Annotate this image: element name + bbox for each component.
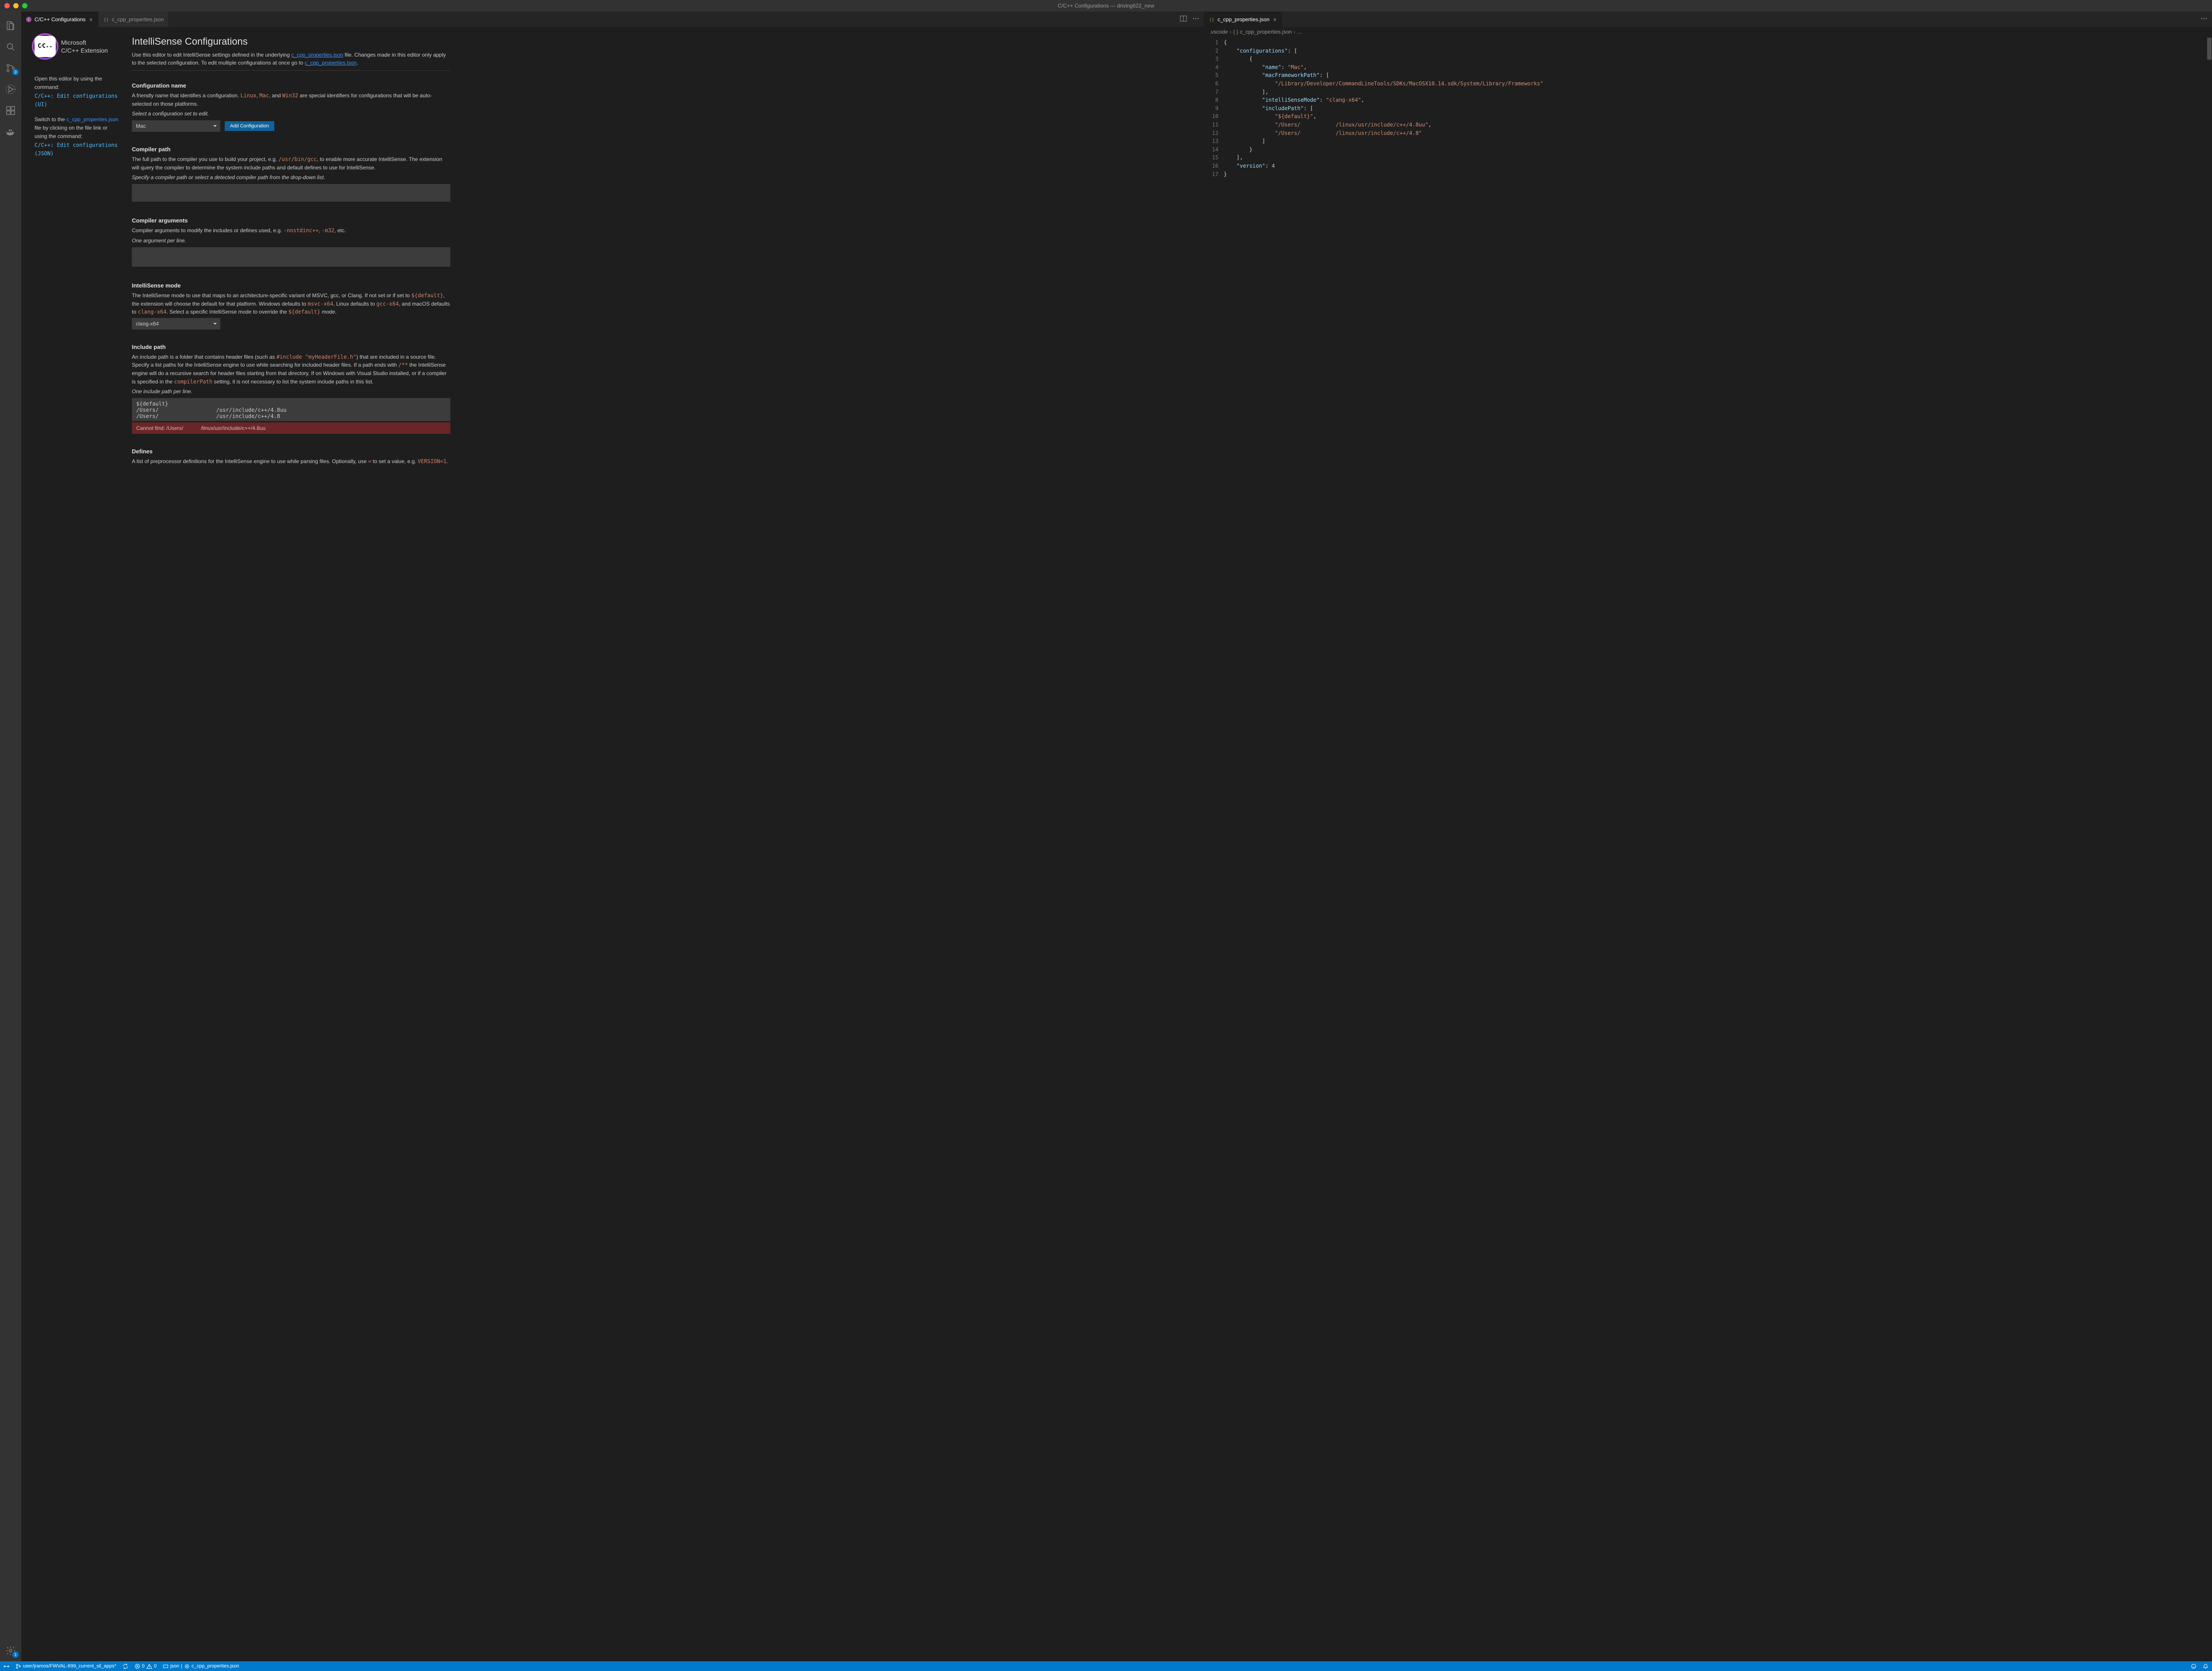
section-defines: Defines A list of preprocessor definitio… bbox=[132, 448, 450, 466]
window-controls bbox=[0, 3, 27, 8]
section-compiler-args: Compiler arguments Compiler arguments to… bbox=[132, 217, 450, 268]
code-content[interactable]: { "configurations": [ { "name": "Mac", "… bbox=[1224, 37, 1543, 1661]
include-path-input[interactable] bbox=[132, 398, 450, 421]
tab-cpp-properties-json-left[interactable]: {} c_cpp_properties.json bbox=[99, 11, 169, 27]
maximize-window-button[interactable] bbox=[22, 3, 27, 8]
language-status[interactable]: json | c_cpp_properties.json bbox=[163, 1663, 239, 1669]
svg-text:C: C bbox=[28, 18, 30, 21]
more-actions-icon[interactable] bbox=[2200, 15, 2208, 23]
search-icon[interactable] bbox=[0, 36, 21, 57]
add-configuration-button[interactable]: Add Configuration bbox=[225, 121, 274, 131]
settings-badge: 1 bbox=[12, 1652, 19, 1658]
tab-label: c_cpp_properties.json bbox=[112, 16, 164, 23]
compiler-path-input[interactable] bbox=[132, 184, 450, 202]
minimize-window-button[interactable] bbox=[13, 3, 19, 8]
explorer-icon[interactable] bbox=[0, 15, 21, 36]
tab-cpp-properties-json-right[interactable]: {} c_cpp_properties.json × bbox=[1204, 11, 1283, 27]
json-file-icon: {} bbox=[1209, 16, 1215, 23]
json-file-icon: {} bbox=[103, 16, 109, 23]
config-editor-body[interactable]: C⁄C₊₊ Microsoft C/C++ Extension Open thi… bbox=[21, 27, 1204, 1661]
divider bbox=[132, 70, 450, 71]
compiler-args-input[interactable] bbox=[132, 247, 450, 267]
page-intro: Use this editor to edit IntelliSense set… bbox=[132, 51, 450, 67]
split-editor-icon[interactable] bbox=[1180, 15, 1187, 23]
link-properties-file-1[interactable]: c_cpp_properties.json bbox=[291, 52, 343, 58]
tab-label: c_cpp_properties.json bbox=[1217, 16, 1269, 23]
section-include-path: Include path An include path is a folder… bbox=[132, 344, 450, 434]
logo-line1: Microsoft bbox=[61, 38, 108, 46]
debug-icon[interactable] bbox=[0, 79, 21, 100]
config-name-select[interactable]: Mac bbox=[132, 120, 220, 132]
window-title: C/C++ Configurations — driving622_new bbox=[1058, 3, 1154, 9]
more-actions-icon[interactable] bbox=[1192, 15, 1199, 23]
settings-gear-icon[interactable]: 1 bbox=[0, 1640, 21, 1661]
errors-warnings-status[interactable]: 0 0 bbox=[134, 1663, 157, 1669]
section-config-name: Configuration name A friendly name that … bbox=[132, 82, 450, 132]
close-window-button[interactable] bbox=[4, 3, 10, 8]
tab-label: C/C++ Configurations bbox=[35, 16, 85, 23]
tab-bar-left: C C/C++ Configurations × {} c_cpp_proper… bbox=[21, 11, 1204, 27]
logo-line2: C/C++ Extension bbox=[61, 46, 108, 54]
notifications-icon[interactable] bbox=[2203, 1663, 2208, 1669]
link-cpp-properties[interactable]: c_cpp_properties.json bbox=[66, 116, 118, 123]
sync-icon[interactable] bbox=[123, 1663, 128, 1669]
link-properties-file-2[interactable]: c_cpp_properties.json bbox=[305, 60, 357, 66]
cpp-file-icon: C bbox=[26, 16, 32, 23]
git-branch-status[interactable]: user/jramos/FWVAL-699_current_sil_apps* bbox=[15, 1663, 116, 1669]
remote-icon[interactable] bbox=[4, 1663, 9, 1669]
svg-text:{}: {} bbox=[1209, 17, 1214, 22]
extension-logo: C⁄C₊₊ Microsoft C/C++ Extension bbox=[35, 36, 119, 57]
extensions-icon[interactable] bbox=[0, 100, 21, 121]
page-title: IntelliSense Configurations bbox=[132, 36, 450, 47]
activity-bar: 3 1 bbox=[0, 11, 21, 1661]
source-control-icon[interactable]: 3 bbox=[0, 57, 21, 79]
breadcrumbs[interactable]: .vscode› { } c_cpp_properties.json› ... bbox=[1204, 27, 2212, 37]
scm-badge: 3 bbox=[12, 69, 19, 75]
section-intellisense-mode: IntelliSense mode The IntelliSense mode … bbox=[132, 282, 450, 330]
line-number-gutter: 1234567891011121314151617 bbox=[1204, 37, 1224, 1661]
command-open-json: C/C++: Edit configurations (JSON) bbox=[35, 141, 119, 157]
docker-icon[interactable] bbox=[0, 121, 21, 142]
command-open-ui: C/C++: Edit configurations (UI) bbox=[35, 92, 119, 108]
svg-text:{}: {} bbox=[104, 17, 109, 22]
scrollbar[interactable] bbox=[2206, 37, 2212, 1661]
tab-cpp-configurations[interactable]: C C/C++ Configurations × bbox=[21, 11, 99, 27]
feedback-icon[interactable] bbox=[2191, 1663, 2197, 1669]
close-tab-icon[interactable]: × bbox=[1272, 16, 1278, 23]
include-path-error: Cannot find: /Users/ /linux/usr/include/… bbox=[132, 422, 450, 434]
close-tab-icon[interactable]: × bbox=[88, 16, 93, 23]
intellisense-mode-select[interactable]: clang-x64 bbox=[132, 318, 220, 330]
tab-bar-right: {} c_cpp_properties.json × bbox=[1204, 11, 2212, 27]
titlebar: C/C++ Configurations — driving622_new bbox=[0, 0, 2212, 11]
status-bar: user/jramos/FWVAL-699_current_sil_apps* … bbox=[0, 1661, 2212, 1671]
section-compiler-path: Compiler path The full path to the compi… bbox=[132, 146, 450, 203]
